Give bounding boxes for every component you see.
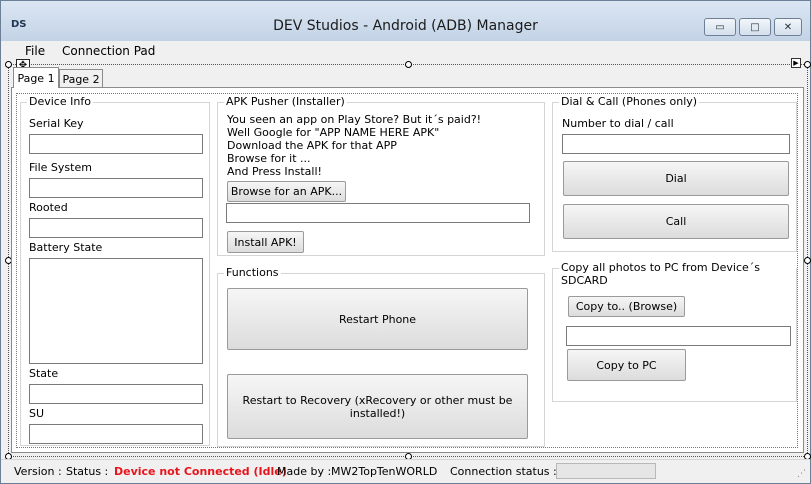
su-field[interactable] [29, 424, 203, 444]
resize-handle[interactable] [804, 61, 811, 68]
window-title: DEV Studios - Android (ADB) Manager [273, 18, 538, 34]
main-window: DS DEV Studios - Android (ADB) Manager ▭… [0, 0, 811, 484]
apk-pusher-group: APK Pusher (Installer) You seen an app o… [217, 95, 545, 256]
call-button[interactable]: Call [563, 204, 789, 239]
battery-state-field[interactable] [29, 258, 203, 364]
device-info-group: Device Info Serial Key File System Roote… [20, 95, 210, 446]
number-label: Number to dial / call [562, 117, 674, 130]
menu-bar: File Connection Pad [1, 41, 810, 61]
serial-key-field[interactable] [29, 134, 203, 154]
maximize-icon: □ [750, 21, 760, 33]
restart-recovery-button[interactable]: Restart to Recovery (xRecovery or other … [227, 374, 528, 439]
maximize-button[interactable]: □ [739, 18, 771, 36]
rooted-field[interactable] [29, 218, 203, 238]
status-bar: Version : Status : Device not Connected … [1, 459, 810, 483]
made-by-value: MW2TopTenWORLD [331, 465, 438, 478]
state-field[interactable] [29, 384, 203, 404]
state-label: State [29, 367, 59, 380]
tab-page-1[interactable]: Page 1 [13, 67, 59, 88]
browse-apk-button[interactable]: Browse for an APK... [227, 181, 346, 202]
resize-handle[interactable] [405, 61, 412, 68]
minimize-icon: ▭ [715, 21, 725, 33]
functions-group: Functions Restart Phone Restart to Recov… [217, 266, 545, 447]
apk-instruction-line: Browse for it ... [227, 152, 311, 165]
status-value: Device not Connected (Idle) [114, 465, 287, 478]
device-info-title: Device Info [27, 95, 93, 108]
serial-key-label: Serial Key [29, 117, 84, 130]
menu-file[interactable]: File [25, 44, 45, 58]
connection-progress-bar [556, 463, 656, 479]
made-by-label: Made by : [277, 465, 332, 478]
install-apk-button[interactable]: Install APK! [227, 231, 304, 253]
resize-handle[interactable] [5, 61, 12, 68]
close-icon: ✕ [783, 21, 793, 33]
functions-title: Functions [224, 266, 281, 279]
menu-connection-pad[interactable]: Connection Pad [62, 44, 155, 58]
dial-call-group: Dial & Call (Phones only) Number to dial… [552, 95, 797, 252]
copy-photos-group: Copy all photos to PC from Device´s SDCA… [552, 261, 797, 402]
copy-to-pc-button[interactable]: Copy to PC [567, 349, 686, 381]
size-grip-icon[interactable]: ⋰ [797, 469, 809, 481]
number-field[interactable] [562, 134, 790, 154]
status-label: Status : [66, 465, 109, 478]
apk-pusher-title: APK Pusher (Installer) [224, 95, 347, 108]
title-bar[interactable]: DS DEV Studios - Android (ADB) Manager ▭… [1, 1, 810, 41]
apk-path-field[interactable] [226, 203, 530, 223]
file-system-label: File System [29, 161, 92, 174]
copy-to-browse-button[interactable]: Copy to.. (Browse) [568, 296, 685, 317]
dial-call-title: Dial & Call (Phones only) [559, 95, 700, 108]
dial-button[interactable]: Dial [563, 161, 789, 196]
resize-handle[interactable] [804, 257, 811, 264]
apk-instruction-line: Download the APK for that APP [227, 139, 397, 152]
file-system-field[interactable] [29, 178, 203, 198]
minimize-button[interactable]: ▭ [704, 18, 736, 36]
rooted-label: Rooted [29, 201, 68, 214]
tab-scroll-arrow-icon[interactable]: ▶ [791, 58, 801, 68]
tab-page-2[interactable]: Page 2 [59, 69, 103, 88]
restart-phone-button[interactable]: Restart Phone [227, 288, 528, 350]
connection-status-label: Connection status : [450, 465, 557, 478]
apk-instruction-line: You seen an app on Play Store? But it´s … [227, 113, 482, 126]
battery-state-label: Battery State [29, 241, 103, 254]
version-label: Version : [14, 465, 62, 478]
apk-instruction-line: Well Google for "APP NAME HERE APK" [227, 126, 440, 139]
close-button[interactable]: ✕ [774, 18, 802, 36]
su-label: SU [29, 407, 45, 420]
copy-photos-title: Copy all photos to PC from Device´s SDCA… [559, 261, 796, 287]
apk-instruction-line: And Press Install! [227, 165, 322, 178]
copy-path-field[interactable] [566, 326, 791, 346]
tab-page-content: Device Info Serial Key File System Roote… [11, 87, 804, 453]
